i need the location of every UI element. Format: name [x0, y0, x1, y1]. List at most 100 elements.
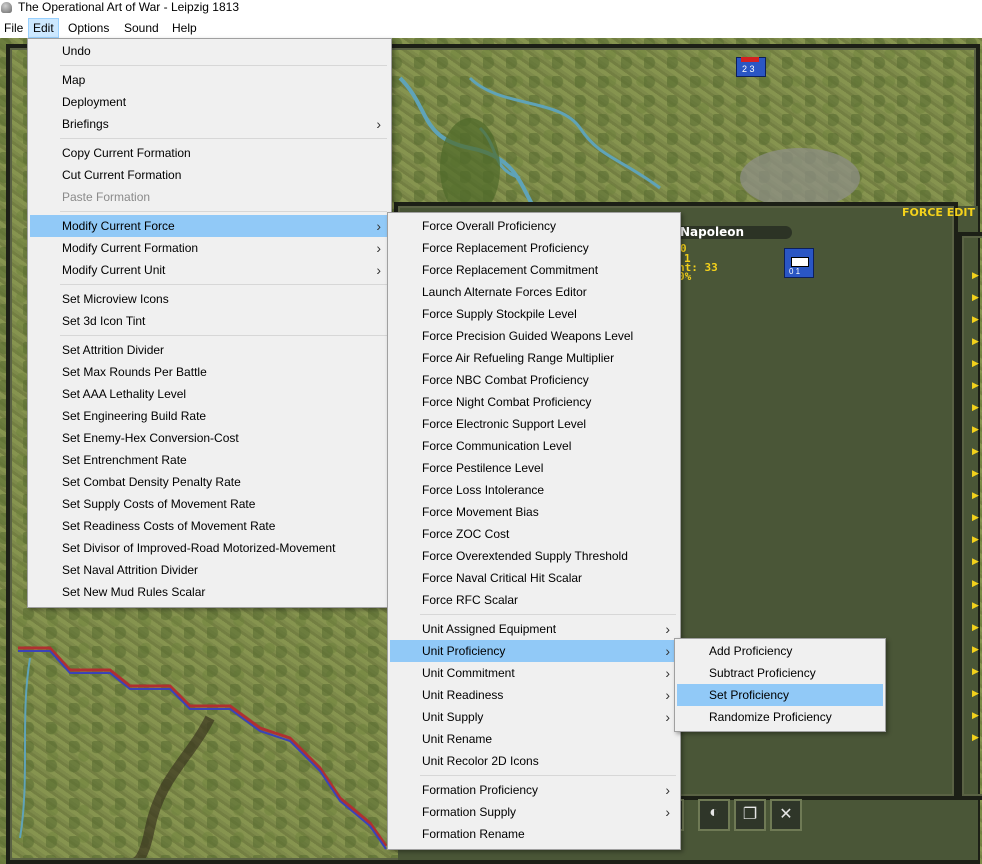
- menu-help[interactable]: Help: [168, 19, 201, 37]
- menu-item-label: Set Microview Icons: [62, 292, 169, 306]
- menu-item-label: Cut Current Formation: [62, 168, 182, 182]
- menu-item-force-air-refueling-range-multiplier[interactable]: Force Air Refueling Range Multiplier: [390, 347, 678, 369]
- menu-edit[interactable]: Edit: [28, 18, 59, 38]
- menu-item-force-movement-bias[interactable]: Force Movement Bias: [390, 501, 678, 523]
- close-panel-button[interactable]: ✕: [770, 799, 802, 831]
- menu-item-subtract-proficiency[interactable]: Subtract Proficiency: [677, 662, 883, 684]
- menu-item-unit-supply[interactable]: Unit Supply ›: [390, 706, 678, 728]
- menu-item-force-communication-level[interactable]: Force Communication Level: [390, 435, 678, 457]
- menu-item-unit-readiness[interactable]: Unit Readiness ›: [390, 684, 678, 706]
- menu-item-force-supply-stockpile-level[interactable]: Force Supply Stockpile Level: [390, 303, 678, 325]
- menu-item-set-microview-icons[interactable]: Set Microview Icons: [30, 288, 389, 310]
- close-icon: ✕: [779, 806, 793, 823]
- menu-item-set-engineering-build-rate[interactable]: Set Engineering Build Rate: [30, 405, 389, 427]
- window-title: The Operational Art of War - Leipzig 181…: [18, 0, 240, 14]
- menu-item-set-combat-density-penalty-rate[interactable]: Set Combat Density Penalty Rate: [30, 471, 389, 493]
- side-tick-icon: ▶: [972, 688, 979, 698]
- menu-item-set-divisor-of-improved-road-motorized-movement[interactable]: Set Divisor of Improved-Road Motorized-M…: [30, 537, 389, 559]
- menu-item-label: Force Pestilence Level: [422, 461, 544, 475]
- menu-item-modify-current-force[interactable]: Modify Current Force ›: [30, 215, 389, 237]
- copy-button[interactable]: ❐: [734, 799, 766, 831]
- menu-item-cut-current-formation[interactable]: Cut Current Formation: [30, 164, 389, 186]
- menu-item-label: Undo: [62, 44, 91, 58]
- menu-item-force-electronic-support-level[interactable]: Force Electronic Support Level: [390, 413, 678, 435]
- menu-file[interactable]: File: [0, 19, 27, 37]
- menu-item-unit-commitment[interactable]: Unit Commitment ›: [390, 662, 678, 684]
- menu-item-force-precision-guided-weapons-level[interactable]: Force Precision Guided Weapons Level: [390, 325, 678, 347]
- menu-item-label: Unit Readiness: [422, 688, 504, 702]
- side-tick-icon: ▶: [972, 270, 979, 280]
- menu-item-unit-recolor-2d-icons[interactable]: Unit Recolor 2D Icons: [390, 750, 678, 772]
- menu-item-label: Briefings: [62, 117, 109, 131]
- side-tick-icon: ▶: [972, 424, 979, 434]
- menu-item-force-naval-critical-hit-scalar[interactable]: Force Naval Critical Hit Scalar: [390, 567, 678, 589]
- menu-item-set-enemy-hex-conversion-cost[interactable]: Set Enemy-Hex Conversion-Cost: [30, 427, 389, 449]
- menu-item-force-overall-proficiency[interactable]: Force Overall Proficiency: [390, 215, 678, 237]
- menu-item-label: Force ZOC Cost: [422, 527, 510, 541]
- half-circle-button[interactable]: ◐: [698, 799, 730, 831]
- menu-item-label: Force Air Refueling Range Multiplier: [422, 351, 615, 365]
- menu-item-label: Modify Current Formation: [62, 241, 199, 255]
- menu-item-map[interactable]: Map: [30, 69, 389, 91]
- menu-item-force-nbc-combat-proficiency[interactable]: Force NBC Combat Proficiency: [390, 369, 678, 391]
- menu-item-label: Set Supply Costs of Movement Rate: [62, 497, 256, 511]
- menu-item-formation-rename[interactable]: Formation Rename: [390, 823, 678, 845]
- menu-item-set-aaa-lethality-level[interactable]: Set AAA Lethality Level: [30, 383, 389, 405]
- menu-item-set-naval-attrition-divider[interactable]: Set Naval Attrition Divider: [30, 559, 389, 581]
- unit-counter[interactable]: 0 1: [784, 248, 814, 278]
- menu-item-force-pestilence-level[interactable]: Force Pestilence Level: [390, 457, 678, 479]
- menu-item-label: Force Overall Proficiency: [422, 219, 557, 233]
- menu-item-label: Unit Rename: [422, 732, 493, 746]
- side-tick-icon: ▶: [972, 666, 979, 676]
- menu-item-label: Force Replacement Commitment: [422, 263, 599, 277]
- menu-item-label: Deployment: [62, 95, 127, 109]
- chevron-right-icon: ›: [376, 240, 381, 256]
- menu-item-unit-assigned-equipment[interactable]: Unit Assigned Equipment ›: [390, 618, 678, 640]
- menu-sound[interactable]: Sound: [120, 19, 163, 37]
- menu-options[interactable]: Options: [64, 19, 113, 37]
- menu-item-label: Force Night Combat Proficiency: [422, 395, 592, 409]
- menu-item-deployment[interactable]: Deployment: [30, 91, 389, 113]
- menu-item-formation-supply[interactable]: Formation Supply ›: [390, 801, 678, 823]
- menu-item-briefings[interactable]: Briefings ›: [30, 113, 389, 135]
- menu-item-set-attrition-divider[interactable]: Set Attrition Divider: [30, 339, 389, 361]
- menu-item-paste-formation: Paste Formation: [30, 186, 389, 208]
- menu-item-set-3d-icon-tint[interactable]: Set 3d Icon Tint: [30, 310, 389, 332]
- unit-symbol: [791, 257, 809, 267]
- menu-item-modify-current-formation[interactable]: Modify Current Formation ›: [30, 237, 389, 259]
- menu-item-randomize-proficiency[interactable]: Randomize Proficiency: [677, 706, 883, 728]
- unit-proficiency-submenu: Add Proficiency Subtract Proficiency Set P…: [674, 638, 886, 732]
- menu-item-set-proficiency[interactable]: Set Proficiency: [677, 684, 883, 706]
- menu-item-undo[interactable]: Undo: [30, 40, 389, 62]
- menu-item-label: Set Enemy-Hex Conversion-Cost: [62, 431, 239, 445]
- menu-item-copy-current-formation[interactable]: Copy Current Formation: [30, 142, 389, 164]
- menu-item-label: Unit Supply: [422, 710, 484, 724]
- menu-item-launch-alternate-forces-editor[interactable]: Launch Alternate Forces Editor: [390, 281, 678, 303]
- menu-item-set-new-mud-rules-scalar[interactable]: Set New Mud Rules Scalar: [30, 581, 389, 603]
- menu-item-set-max-rounds-per-battle[interactable]: Set Max Rounds Per Battle: [30, 361, 389, 383]
- menu-item-label: Force Communication Level: [422, 439, 572, 453]
- menu-item-force-loss-intolerance[interactable]: Force Loss Intolerance: [390, 479, 678, 501]
- menu-item-force-replacement-proficiency[interactable]: Force Replacement Proficiency: [390, 237, 678, 259]
- menu-item-unit-proficiency[interactable]: Unit Proficiency ›: [390, 640, 678, 662]
- map-unit-counter[interactable]: 2 3: [736, 57, 766, 77]
- menu-item-force-replacement-commitment[interactable]: Force Replacement Commitment: [390, 259, 678, 281]
- menu-item-force-night-combat-proficiency[interactable]: Force Night Combat Proficiency: [390, 391, 678, 413]
- title-bar: The Operational Art of War - Leipzig 181…: [0, 0, 982, 17]
- menu-item-set-entrenchment-rate[interactable]: Set Entrenchment Rate: [30, 449, 389, 471]
- copy-icon: ❐: [742, 806, 758, 823]
- menu-item-formation-proficiency[interactable]: Formation Proficiency ›: [390, 779, 678, 801]
- chevron-right-icon: ›: [665, 804, 670, 820]
- menu-item-label: Set New Mud Rules Scalar: [62, 585, 206, 599]
- menu-item-set-supply-costs-of-movement-rate[interactable]: Set Supply Costs of Movement Rate: [30, 493, 389, 515]
- menu-item-modify-current-unit[interactable]: Modify Current Unit ›: [30, 259, 389, 281]
- menu-item-label: Set Naval Attrition Divider: [62, 563, 199, 577]
- menu-item-force-rfc-scalar[interactable]: Force RFC Scalar: [390, 589, 678, 611]
- menu-item-add-proficiency[interactable]: Add Proficiency: [677, 640, 883, 662]
- menu-item-force-overextended-supply-threshold[interactable]: Force Overextended Supply Threshold: [390, 545, 678, 567]
- menu-item-force-zoc-cost[interactable]: Force ZOC Cost: [390, 523, 678, 545]
- side-tick-icon: ▶: [972, 380, 979, 390]
- menu-item-unit-rename[interactable]: Unit Rename: [390, 728, 678, 750]
- menu-item-set-readiness-costs-of-movement-rate[interactable]: Set Readiness Costs of Movement Rate: [30, 515, 389, 537]
- menu-item-label: Force NBC Combat Proficiency: [422, 373, 589, 387]
